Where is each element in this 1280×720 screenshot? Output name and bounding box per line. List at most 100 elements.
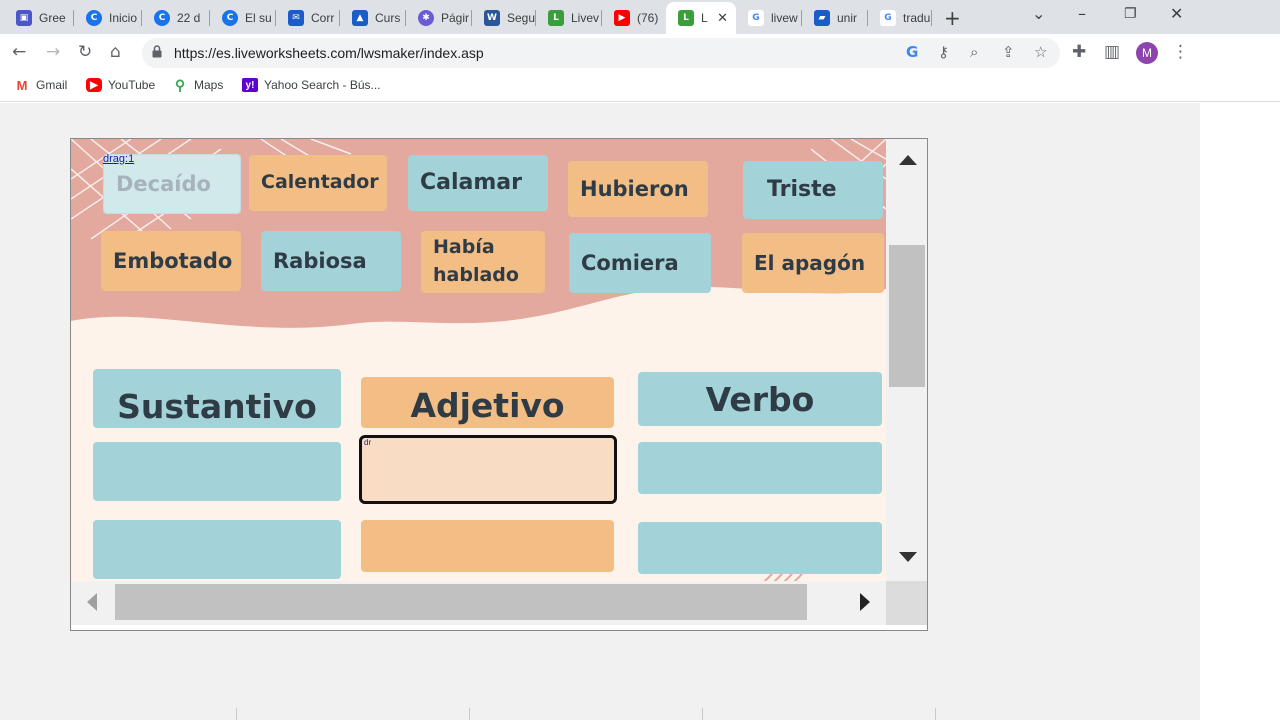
new-tab-button[interactable]: + xyxy=(944,6,961,30)
home-icon[interactable]: ⌂ xyxy=(110,42,121,62)
minimize-button[interactable]: – xyxy=(1078,4,1086,23)
bookmark-star-icon[interactable]: ☆ xyxy=(1034,43,1047,61)
c-icon: C xyxy=(154,10,170,26)
tab-search-icon[interactable]: ⌄ xyxy=(1032,4,1045,23)
word-chip-habia-hablado[interactable]: Había hablado xyxy=(421,231,545,293)
bookmark-gmail[interactable]: M Gmail xyxy=(14,78,68,93)
lock-icon xyxy=(152,45,162,58)
browser-toolbar: ← → ↻ ⌂ https://es.liveworksheets.com/lw… xyxy=(0,34,1280,72)
pinwheel-icon: ✱ xyxy=(418,10,434,26)
share-icon[interactable]: ⇪ xyxy=(1002,43,1015,61)
tab-label: Livev xyxy=(571,11,600,25)
scroll-left-icon[interactable] xyxy=(87,593,97,611)
word-text: Triste xyxy=(767,177,837,203)
horizontal-scrollbar[interactable] xyxy=(71,581,886,625)
browser-tab-9[interactable]: ▶ (76) xyxy=(602,4,666,32)
browser-tab-3[interactable]: C El su xyxy=(210,4,276,32)
category-label: Verbo xyxy=(705,379,815,419)
url-text: https://es.liveworksheets.com/lwsmaker/i… xyxy=(174,45,484,61)
word-chip-comiera[interactable]: Comiera xyxy=(569,233,711,293)
browser-tab-0[interactable]: ▣ Gree xyxy=(4,4,74,32)
worksheet-viewport: Decaído drag:1 Calentador Calamar Hubier… xyxy=(70,138,928,631)
word-chip-calamar[interactable]: Calamar xyxy=(408,155,548,211)
browser-tab-7[interactable]: W Segu xyxy=(472,4,536,32)
word-chip-triste[interactable]: Triste xyxy=(743,161,883,219)
tab-label: El su xyxy=(245,11,272,25)
mortarboard-icon: ▲ xyxy=(352,10,368,26)
browser-tab-2[interactable]: C 22 d xyxy=(142,4,210,32)
browser-tab-active[interactable]: L L ✕ xyxy=(666,2,736,34)
forward-icon[interactable]: → xyxy=(46,42,60,62)
tab-label: livew xyxy=(771,11,798,25)
word-text: El apagón xyxy=(754,250,866,275)
word-text: Comiera xyxy=(581,250,679,275)
word-chip-calentador[interactable]: Calentador xyxy=(249,155,387,211)
word-chip-embotado[interactable]: Embotado xyxy=(101,231,241,291)
mail-icon: ✉ xyxy=(288,10,304,26)
divider xyxy=(702,708,703,720)
bookmark-maps[interactable]: ⚲ Maps xyxy=(172,76,223,93)
key-icon[interactable]: ⚷ xyxy=(938,43,949,61)
scroll-down-icon[interactable] xyxy=(899,552,917,562)
tab-close-icon[interactable]: ✕ xyxy=(717,10,728,26)
drop-zone-verbo-2[interactable] xyxy=(638,522,882,574)
c-icon: C xyxy=(222,10,238,26)
bookmarks-bar: M Gmail ▶ YouTube ⚲ Maps y! Yahoo Search… xyxy=(0,72,1280,102)
side-panel-icon[interactable]: ▥ xyxy=(1104,42,1120,62)
tab-strip: ▣ Gree C Inicio C 22 d C El su ✉ Corr ▲ … xyxy=(0,0,1280,34)
tab-label: unir xyxy=(837,11,858,25)
vertical-scrollbar[interactable] xyxy=(886,139,927,581)
divider xyxy=(236,708,237,720)
browser-tab-13[interactable]: G tradu xyxy=(868,4,932,32)
youtube-icon: ▶ xyxy=(86,78,102,92)
vertical-scroll-thumb[interactable] xyxy=(889,245,925,387)
menu-kebab-icon[interactable]: ⋮ xyxy=(1172,42,1189,62)
worksheet-canvas: Decaído drag:1 Calentador Calamar Hubier… xyxy=(71,139,886,581)
tab-label: Segu xyxy=(507,11,536,25)
address-bar[interactable]: https://es.liveworksheets.com/lwsmaker/i… xyxy=(142,38,1060,68)
browser-tab-12[interactable]: ▰ unir xyxy=(802,4,868,32)
liveworksheets-icon: L xyxy=(678,10,694,26)
bookmark-label: Yahoo Search - Bús... xyxy=(264,78,381,92)
tab-label: L xyxy=(701,11,708,25)
word-text: Había hablado xyxy=(433,236,519,286)
restore-button[interactable]: ❐ xyxy=(1124,6,1137,22)
word-chip-rabiosa[interactable]: Rabiosa xyxy=(261,231,401,291)
c-icon: C xyxy=(86,10,102,26)
extensions-icon[interactable]: ✚ xyxy=(1072,42,1086,62)
tab-label: 22 d xyxy=(177,11,201,25)
back-icon[interactable]: ← xyxy=(12,42,26,62)
word-icon: W xyxy=(484,10,500,26)
tab-label: Curs xyxy=(375,11,401,25)
drop-zone-verbo-1[interactable] xyxy=(638,442,882,494)
bookmark-youtube[interactable]: ▶ YouTube xyxy=(86,78,155,92)
google-lens-icon[interactable]: G xyxy=(906,43,918,61)
youtube-icon: ▶ xyxy=(614,10,630,26)
category-adjetivo: Adjetivo xyxy=(361,377,614,428)
word-chip-hubieron[interactable]: Hubieron xyxy=(568,161,708,217)
maps-pin-icon: ⚲ xyxy=(174,76,186,93)
browser-tab-6[interactable]: ✱ Págir xyxy=(406,4,472,32)
browser-tab-1[interactable]: C Inicio xyxy=(74,4,142,32)
browser-tab-4[interactable]: ✉ Corr xyxy=(276,4,340,32)
browser-tab-8[interactable]: L Livev xyxy=(536,4,602,32)
drop-zone-sustantivo-1[interactable] xyxy=(93,442,341,501)
reload-icon[interactable]: ↻ xyxy=(78,42,92,62)
bookmark-yahoo[interactable]: y! Yahoo Search - Bús... xyxy=(242,78,381,92)
close-window-button[interactable]: ✕ xyxy=(1170,4,1183,23)
horizontal-scroll-thumb[interactable] xyxy=(115,584,807,620)
bookmark-label: YouTube xyxy=(108,78,156,92)
browser-tab-11[interactable]: G livew xyxy=(736,4,802,32)
drop-zone-adjetivo-2[interactable] xyxy=(361,520,614,572)
scroll-up-icon[interactable] xyxy=(899,155,917,165)
profile-avatar[interactable]: M xyxy=(1136,42,1158,64)
category-label: Sustantivo xyxy=(117,387,317,426)
zoom-icon[interactable]: ⌕ xyxy=(970,43,978,61)
tab-label: tradu xyxy=(903,11,931,25)
scroll-right-icon[interactable] xyxy=(860,593,870,611)
browser-tab-5[interactable]: ▲ Curs xyxy=(340,4,406,32)
tab-label: Inicio xyxy=(109,11,138,25)
drop-zone-adjetivo-1[interactable]: dr xyxy=(359,435,617,504)
drop-zone-sustantivo-2[interactable] xyxy=(93,520,341,579)
word-chip-el-apagon[interactable]: El apagón xyxy=(742,233,884,293)
